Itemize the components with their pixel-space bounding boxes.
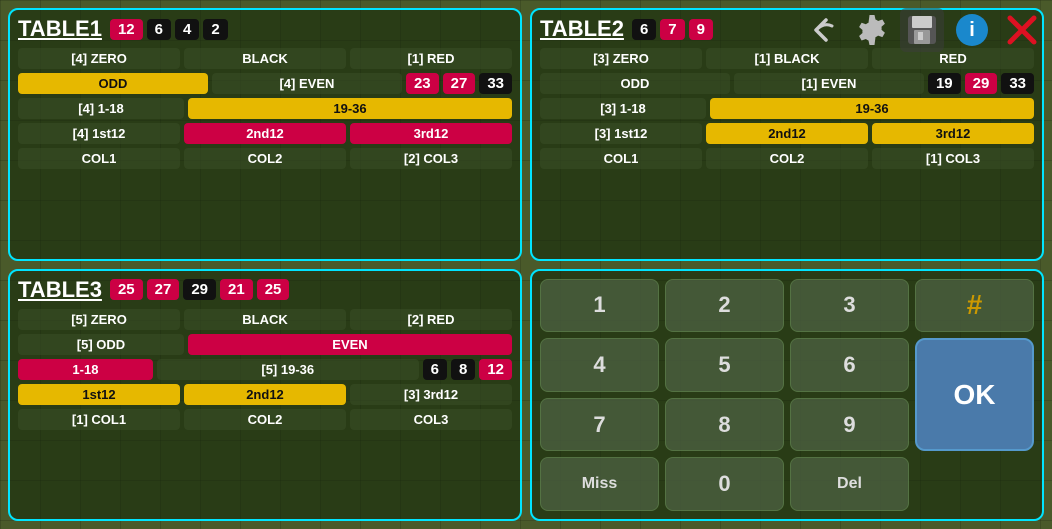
t1-n23: 23 bbox=[406, 73, 439, 94]
key-7[interactable]: 7 bbox=[540, 398, 659, 452]
table1-num3: 4 bbox=[175, 19, 199, 40]
close-button[interactable] bbox=[1000, 8, 1044, 52]
key-del[interactable]: Del bbox=[790, 457, 909, 511]
t2-even[interactable]: [1] EVEN bbox=[734, 73, 924, 94]
table1-row5: COL1 COL2 [2] COL3 bbox=[18, 148, 512, 169]
table1-row1: [4] ZERO BLACK [1] RED bbox=[18, 48, 512, 69]
t1-black[interactable]: BLACK bbox=[184, 48, 346, 69]
t3-2nd12[interactable]: 2nd12 bbox=[184, 384, 346, 405]
t2-1936[interactable]: 19-36 bbox=[710, 98, 1034, 119]
t1-1st12[interactable]: [4] 1st12 bbox=[18, 123, 180, 144]
t3-even[interactable]: EVEN bbox=[188, 334, 512, 355]
t2-3rd12[interactable]: 3rd12 bbox=[872, 123, 1034, 144]
key-4[interactable]: 4 bbox=[540, 338, 659, 392]
table1-num2: 6 bbox=[147, 19, 171, 40]
t3-n12: 12 bbox=[479, 359, 512, 380]
ok-button[interactable]: OK bbox=[915, 338, 1034, 451]
table1-title: TABLE1 bbox=[18, 16, 102, 42]
svg-text:i: i bbox=[969, 19, 975, 41]
t1-col1[interactable]: COL1 bbox=[18, 148, 180, 169]
t2-2nd12[interactable]: 2nd12 bbox=[706, 123, 868, 144]
t3-1936[interactable]: [5] 19-36 bbox=[157, 359, 419, 380]
t2-n33: 33 bbox=[1001, 73, 1034, 94]
t3-1st12[interactable]: 1st12 bbox=[18, 384, 180, 405]
key-3[interactable]: 3 bbox=[790, 279, 909, 333]
table1-row2: ODD [4] EVEN 23 27 33 bbox=[18, 73, 512, 94]
table1-num4: 2 bbox=[203, 19, 227, 40]
table3-header: TABLE3 25 27 29 21 25 bbox=[18, 277, 512, 303]
t3-n6: 6 bbox=[423, 359, 447, 380]
t1-n27: 27 bbox=[443, 73, 476, 94]
table3-num5: 25 bbox=[257, 279, 290, 300]
t3-red[interactable]: [2] RED bbox=[350, 309, 512, 330]
key-0[interactable]: 0 bbox=[665, 457, 784, 511]
main-layout: TABLE1 12 6 4 2 [4] ZERO BLACK [1] RED O… bbox=[8, 8, 1044, 521]
numpad-panel: 1 2 3 # 4 5 6 OK 7 8 9 Miss 0 Del bbox=[530, 269, 1044, 522]
t2-odd[interactable]: ODD bbox=[540, 73, 730, 94]
t3-n8: 8 bbox=[451, 359, 475, 380]
back-button[interactable] bbox=[800, 8, 844, 52]
table3-num3: 29 bbox=[183, 279, 216, 300]
t3-col2[interactable]: COL2 bbox=[184, 409, 346, 430]
table3-row3: 1-18 [5] 19-36 6 8 12 bbox=[18, 359, 512, 380]
t3-odd[interactable]: [5] ODD bbox=[18, 334, 184, 355]
t1-col2[interactable]: COL2 bbox=[184, 148, 346, 169]
table1-header: TABLE1 12 6 4 2 bbox=[18, 16, 512, 42]
table3-num1: 25 bbox=[110, 279, 143, 300]
key-8[interactable]: 8 bbox=[665, 398, 784, 452]
table3-title: TABLE3 bbox=[18, 277, 102, 303]
toolbar: i bbox=[526, 0, 1052, 60]
key-miss[interactable]: Miss bbox=[540, 457, 659, 511]
t3-3rd12[interactable]: [3] 3rd12 bbox=[350, 384, 512, 405]
table3-row5: [1] COL1 COL2 COL3 bbox=[18, 409, 512, 430]
table3-row2: [5] ODD EVEN bbox=[18, 334, 512, 355]
t2-col3[interactable]: [1] COL3 bbox=[872, 148, 1034, 169]
table1-row3: [4] 1-18 19-36 bbox=[18, 98, 512, 119]
table2-row3: [3] 1-18 19-36 bbox=[540, 98, 1034, 119]
key-2[interactable]: 2 bbox=[665, 279, 784, 333]
key-5[interactable]: 5 bbox=[665, 338, 784, 392]
t2-118[interactable]: [3] 1-18 bbox=[540, 98, 706, 119]
info-button[interactable]: i bbox=[950, 8, 994, 52]
key-hash[interactable]: # bbox=[915, 279, 1034, 333]
t3-col1[interactable]: [1] COL1 bbox=[18, 409, 180, 430]
t1-even[interactable]: [4] EVEN bbox=[212, 73, 402, 94]
t1-3rd12[interactable]: 3rd12 bbox=[350, 123, 512, 144]
t1-red[interactable]: [1] RED bbox=[350, 48, 512, 69]
t2-col1[interactable]: COL1 bbox=[540, 148, 702, 169]
table1-panel: TABLE1 12 6 4 2 [4] ZERO BLACK [1] RED O… bbox=[8, 8, 522, 261]
table1-num1: 12 bbox=[110, 19, 143, 40]
t1-118[interactable]: [4] 1-18 bbox=[18, 98, 184, 119]
key-9[interactable]: 9 bbox=[790, 398, 909, 452]
table3-num2: 27 bbox=[147, 279, 180, 300]
t2-n29: 29 bbox=[965, 73, 998, 94]
t1-zero[interactable]: [4] ZERO bbox=[18, 48, 180, 69]
table3-row4: 1st12 2nd12 [3] 3rd12 bbox=[18, 384, 512, 405]
save-button[interactable] bbox=[900, 8, 944, 52]
t3-black[interactable]: BLACK bbox=[184, 309, 346, 330]
t1-1936[interactable]: 19-36 bbox=[188, 98, 512, 119]
table3-num4: 21 bbox=[220, 279, 253, 300]
t1-odd[interactable]: ODD bbox=[18, 73, 208, 94]
table3-row1: [5] ZERO BLACK [2] RED bbox=[18, 309, 512, 330]
t2-col2[interactable]: COL2 bbox=[706, 148, 868, 169]
t2-1st12[interactable]: [3] 1st12 bbox=[540, 123, 702, 144]
t1-col3[interactable]: [2] COL3 bbox=[350, 148, 512, 169]
t3-118[interactable]: 1-18 bbox=[18, 359, 153, 380]
t2-n19: 19 bbox=[928, 73, 961, 94]
key-1[interactable]: 1 bbox=[540, 279, 659, 333]
key-6[interactable]: 6 bbox=[790, 338, 909, 392]
table1-row4: [4] 1st12 2nd12 3rd12 bbox=[18, 123, 512, 144]
table2-row2: ODD [1] EVEN 19 29 33 bbox=[540, 73, 1034, 94]
t1-2nd12[interactable]: 2nd12 bbox=[184, 123, 346, 144]
t3-col3[interactable]: COL3 bbox=[350, 409, 512, 430]
table2-row5: COL1 COL2 [1] COL3 bbox=[540, 148, 1034, 169]
settings-button[interactable] bbox=[850, 8, 894, 52]
t1-n33: 33 bbox=[479, 73, 512, 94]
table3-panel: TABLE3 25 27 29 21 25 [5] ZERO BLACK [2]… bbox=[8, 269, 522, 522]
table2-row4: [3] 1st12 2nd12 3rd12 bbox=[540, 123, 1034, 144]
t3-zero[interactable]: [5] ZERO bbox=[18, 309, 180, 330]
